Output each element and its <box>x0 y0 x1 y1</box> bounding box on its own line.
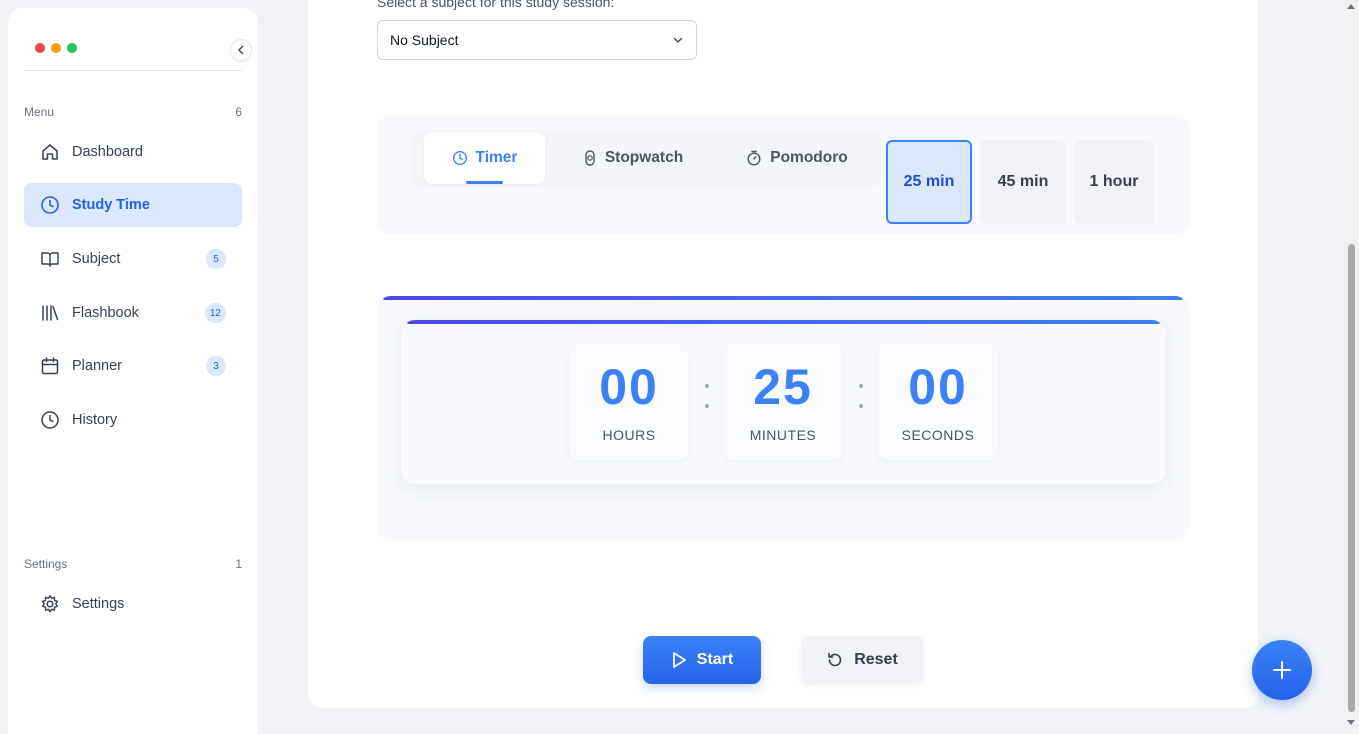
scrollbar-thumb[interactable] <box>1348 244 1355 712</box>
home-icon <box>40 142 60 162</box>
chevron-left-icon <box>238 45 244 55</box>
close-window-dot[interactable] <box>35 43 45 53</box>
calendar-icon <box>40 356 60 376</box>
seconds-value: 00 <box>908 359 968 415</box>
tab-pomodoro[interactable]: Pomodoro <box>734 132 860 184</box>
gear-icon <box>40 594 60 614</box>
sidebar-item-dashboard[interactable]: Dashboard <box>24 130 242 174</box>
reset-button[interactable]: Reset <box>801 636 923 684</box>
hours-box: 00 HOURS <box>569 346 689 460</box>
preset-45-min-button[interactable]: 45 min <box>980 140 1066 224</box>
minutes-label: MINUTES <box>749 427 817 443</box>
sidebar-item-label: Flashbook <box>72 305 139 321</box>
sidebar-item-label: Settings <box>72 596 125 612</box>
menu-section-header: Menu 6 <box>24 105 242 119</box>
minutes-value: 25 <box>753 359 813 415</box>
minimize-window-dot[interactable] <box>51 43 61 53</box>
preset-label: 25 min <box>903 173 955 190</box>
minutes-box: 25 MINUTES <box>723 346 843 460</box>
settings-section-header: Settings 1 <box>24 557 242 571</box>
clock-icon <box>452 150 468 166</box>
menu-heading: Menu <box>24 105 55 119</box>
tab-timer[interactable]: Timer <box>424 132 545 184</box>
hours-label: HOURS <box>602 427 656 443</box>
sidebar-item-flashbook[interactable]: Flashbook 12 <box>24 291 242 335</box>
colon-separator <box>858 380 864 410</box>
sidebar-divider <box>24 70 242 71</box>
sidebar-item-subject[interactable]: Subject 5 <box>24 237 242 281</box>
planner-count-badge: 3 <box>206 356 226 376</box>
sidebar-item-study-time[interactable]: Study Time <box>24 183 242 227</box>
history-icon <box>40 410 60 430</box>
book-open-icon <box>40 249 60 269</box>
colon-separator <box>704 380 710 410</box>
flashbook-count-badge: 12 <box>204 303 226 323</box>
sidebar-item-label: Study Time <box>72 197 150 213</box>
reset-icon <box>826 651 844 669</box>
sidebar-item-settings[interactable]: Settings <box>24 582 242 626</box>
seconds-label: SECONDS <box>901 427 975 443</box>
sidebar-item-label: Subject <box>72 251 121 267</box>
menu-count: 6 <box>235 105 242 119</box>
settings-count: 1 <box>235 557 242 571</box>
seconds-box: 00 SECONDS <box>878 346 998 460</box>
settings-heading: Settings <box>24 557 68 571</box>
window-controls <box>35 43 77 53</box>
preset-label: 45 min <box>997 173 1049 190</box>
page-scrollbar[interactable] <box>1344 0 1359 734</box>
sidebar-item-label: Planner <box>72 358 122 374</box>
plus-icon <box>1273 661 1291 679</box>
reset-label: Reset <box>854 651 898 668</box>
timer-card-accent-bar <box>383 296 1183 300</box>
sidebar-item-label: Dashboard <box>72 144 143 160</box>
sidebar-item-label: History <box>72 412 118 428</box>
subject-select-label: Select a subject for this study session: <box>377 0 615 10</box>
preset-1-hour-button[interactable]: 1 hour <box>1074 140 1154 224</box>
sidebar: Menu 6 Dashboard Study Time Subject 5 Fl… <box>8 8 258 734</box>
scroll-up-arrow-icon[interactable] <box>1347 4 1355 9</box>
subject-count-badge: 5 <box>206 249 226 269</box>
timer-display-accent-bar <box>407 320 1160 324</box>
tab-label: Timer <box>475 149 518 166</box>
clock-icon <box>40 195 60 215</box>
hours-value: 00 <box>599 359 659 415</box>
tab-stopwatch[interactable]: Stopwatch <box>570 132 696 184</box>
preset-label: 1 hour <box>1089 173 1139 190</box>
stopwatch-icon <box>583 150 597 166</box>
tab-label: Pomodoro <box>770 149 848 166</box>
maximize-window-dot[interactable] <box>67 43 77 53</box>
tab-label: Stopwatch <box>604 149 684 166</box>
start-button[interactable]: Start <box>643 636 761 684</box>
chevron-down-icon <box>673 37 683 43</box>
collapse-sidebar-button[interactable] <box>230 39 252 61</box>
library-icon <box>40 303 60 323</box>
sidebar-item-planner[interactable]: Planner 3 <box>24 344 242 388</box>
add-button[interactable] <box>1252 640 1312 700</box>
subject-select[interactable]: No Subject <box>377 20 697 60</box>
timer-icon <box>746 150 762 166</box>
play-icon <box>671 651 687 669</box>
start-label: Start <box>696 651 734 668</box>
preset-25-min-button[interactable]: 25 min <box>886 140 972 224</box>
sidebar-item-history[interactable]: History <box>24 398 242 442</box>
subject-selected-value: No Subject <box>390 32 459 48</box>
scroll-down-arrow-icon[interactable] <box>1347 720 1355 725</box>
active-tab-indicator <box>466 181 503 184</box>
